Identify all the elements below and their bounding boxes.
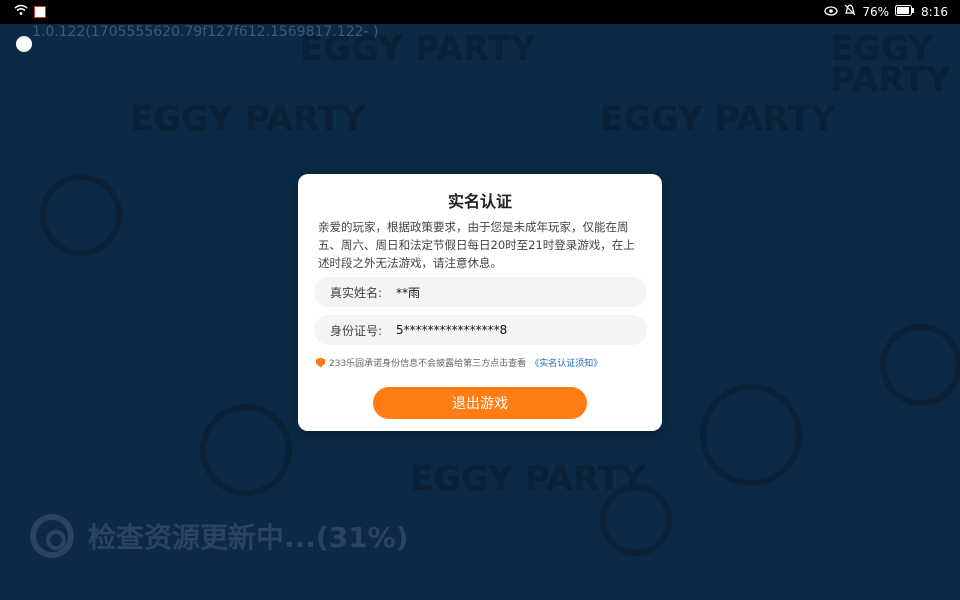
notice-text: 233乐园承诺身份信息不会披露给第三方点击查看 [329, 359, 527, 369]
battery-percent: 76% [862, 4, 890, 19]
floating-assistant-button[interactable] [16, 36, 32, 52]
real-name-value: **雨 [396, 285, 421, 300]
id-number-value: 5****************8 [396, 323, 508, 337]
id-number-label: 身份证号: [330, 323, 383, 338]
shield-icon [316, 357, 325, 368]
version-label: 1.0.122(1705555620.79f127f612.1569817.12… [32, 24, 379, 40]
exit-game-button[interactable]: 退出游戏 [373, 387, 587, 419]
battery-icon [895, 4, 915, 19]
background-decoration [880, 324, 960, 406]
mute-bell-icon [844, 4, 856, 19]
real-name-policy-link[interactable]: 《实名认证须知》 [530, 356, 602, 369]
background-decoration [700, 384, 802, 486]
dialog-message: 亲爱的玩家，根据政策要求，由于您是未成年玩家，仅能在周五、周六、周日和法定节假日… [318, 220, 635, 270]
background-logo: EGGY PARTY [130, 99, 366, 139]
loading-indicator: 检查资源更新中...(31%) [30, 514, 409, 558]
loading-text: 检查资源更新中...(31%) [88, 521, 409, 554]
eye-icon [824, 5, 839, 19]
loading-icon [30, 514, 74, 558]
status-left [14, 4, 46, 19]
wifi-icon [14, 4, 28, 19]
id-number-field: 身份证号: 5****************8 [314, 315, 647, 345]
privacy-notice: 233乐园承诺身份信息不会披露给第三方点击查看 《实名认证须知》 [316, 356, 602, 369]
background-logo: EGGY PARTY [410, 459, 646, 499]
notification-badge-icon [34, 5, 46, 18]
real-name-label: 真实姓名: [330, 285, 383, 300]
real-name-field: 真实姓名: **雨 [314, 277, 647, 307]
background-logo: EGGY PARTY [830, 29, 951, 100]
background-decoration [200, 404, 292, 496]
status-bar: 76% 8:16 [0, 0, 960, 24]
background-decoration [40, 174, 122, 256]
clock: 8:16 [921, 4, 948, 19]
background-decoration [600, 484, 672, 556]
background-logo: EGGY PARTY [600, 99, 836, 139]
dialog-title: 实名认证 [447, 192, 512, 211]
status-right: 76% 8:16 [824, 4, 948, 19]
